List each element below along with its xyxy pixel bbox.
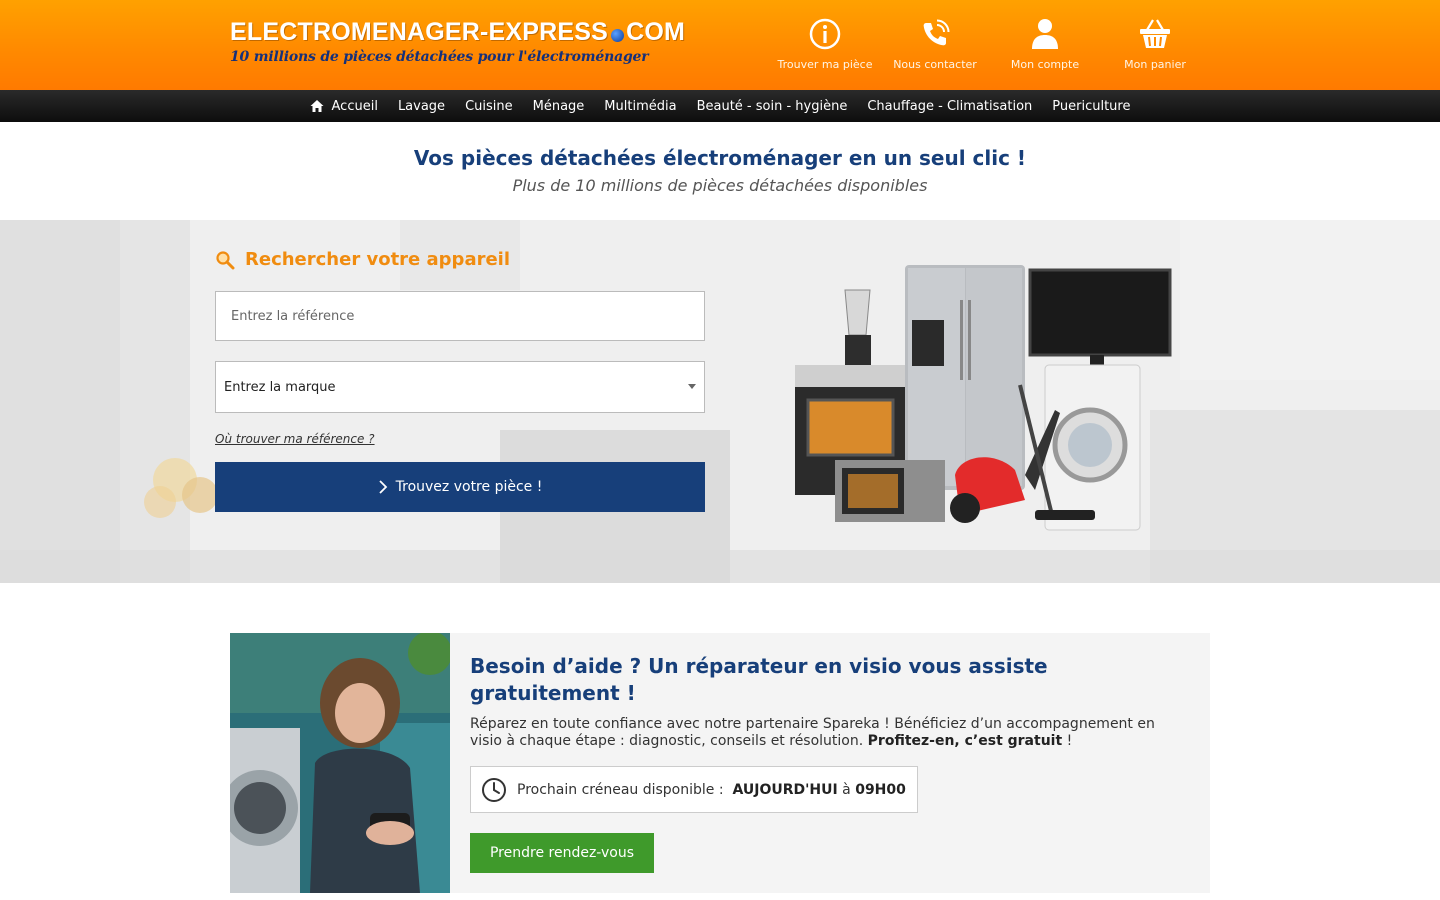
nav-label: Cuisine: [465, 98, 513, 114]
site-header: ELECTROMENAGER-EXPRESS COM 10 millions d…: [0, 0, 1440, 90]
search-section: Rechercher votre appareil Entrez la marq…: [0, 220, 1440, 583]
nav-item-menage[interactable]: Ménage: [523, 90, 595, 122]
reference-input[interactable]: [215, 291, 705, 341]
nav-item-multimedia[interactable]: Multimédia: [594, 90, 686, 122]
next-slot-label: Prochain créneau disponible :: [517, 781, 724, 798]
contact-label: Nous contacter: [893, 58, 977, 71]
home-icon: [310, 100, 324, 112]
contact-link[interactable]: Nous contacter: [880, 16, 990, 71]
nav-label: Chauffage - Climatisation: [867, 98, 1033, 114]
appliances-image: [795, 265, 1172, 531]
magnifier-icon: [216, 250, 235, 269]
logo-dot-icon: [611, 28, 625, 42]
account-label: Mon compte: [1010, 58, 1080, 71]
next-slot-time: 09H00: [855, 781, 906, 798]
page-subheadline: Plus de 10 millions de pièces détachées …: [512, 176, 928, 195]
nav-label-home: Accueil: [331, 98, 378, 114]
logo-text-right: COM: [626, 18, 685, 46]
brand-select[interactable]: Entrez la marque: [215, 361, 705, 413]
find-part-link[interactable]: Trouver ma pièce: [770, 16, 880, 71]
nav-label: Beauté - soin - hygiène: [696, 98, 848, 114]
phone-icon: [923, 19, 950, 46]
account-link[interactable]: Mon compte: [990, 16, 1100, 71]
nav-item-lavage[interactable]: Lavage: [388, 90, 455, 122]
brand-select-value: Entrez la marque: [224, 379, 336, 395]
nav-label: Puericulture: [1052, 98, 1131, 114]
assistance-title: Besoin d’aide ? Un réparateur en visio v…: [470, 654, 1048, 705]
logo-wordmark: ELECTROMENAGER-EXPRESS COM: [230, 18, 685, 46]
next-slot-box: Prochain créneau disponible : AUJOURD'HU…: [470, 766, 918, 813]
find-part-button[interactable]: Trouvez votre pièce !: [215, 462, 705, 512]
chevron-right-icon: [379, 480, 387, 494]
assistance-text-end: !: [1062, 733, 1073, 749]
header-actions: Trouver ma pièce Nous contacter Mon comp…: [770, 16, 1210, 71]
find-part-label: Trouver ma pièce: [777, 58, 873, 71]
find-reference-help-link[interactable]: Où trouver ma référence ?: [215, 432, 375, 446]
basket-icon: [1140, 19, 1170, 48]
nav-label: Lavage: [397, 98, 446, 114]
clock-icon: [482, 777, 506, 802]
cart-label: Mon panier: [1124, 58, 1186, 71]
logo-tagline: 10 millions de pièces détachées pour l'é…: [230, 49, 649, 65]
woman-repair-photo: [230, 633, 450, 893]
page-headline: Vos pièces détachées électroménager en u…: [413, 146, 1027, 170]
assistance-description: Réparez en toute confiance avec notre pa…: [470, 716, 1180, 750]
nav-label: Multimédia: [604, 98, 677, 114]
nav-item-cuisine[interactable]: Cuisine: [455, 90, 523, 122]
assistance-text-bold: Profitez-en, c’est gratuit: [867, 733, 1063, 749]
cart-link[interactable]: Mon panier: [1100, 16, 1210, 71]
nav-item-beaute[interactable]: Beauté - soin - hygiène: [687, 90, 858, 122]
main-navigation: Accueil Lavage Cuisine Ménage Multimédia…: [0, 90, 1440, 122]
site-logo[interactable]: ELECTROMENAGER-EXPRESS COM 10 millions d…: [230, 18, 685, 65]
search-title: Rechercher votre appareil: [215, 249, 510, 270]
nav-item-home[interactable]: Accueil: [300, 90, 388, 122]
nav-item-chauffage[interactable]: Chauffage - Climatisation: [857, 90, 1042, 122]
nav-item-puericulture[interactable]: Puericulture: [1042, 90, 1140, 122]
info-icon: [809, 18, 841, 50]
video-assistance-card: Besoin d’aide ? Un réparateur en visio v…: [230, 633, 1210, 893]
user-icon: [1032, 19, 1058, 49]
search-title-text: Rechercher votre appareil: [245, 249, 511, 270]
caret-down-icon: [688, 384, 696, 389]
logo-text-left: ELECTROMENAGER-EXPRESS: [230, 18, 609, 46]
next-slot-at: à: [842, 781, 851, 798]
find-part-button-label: Trouvez votre pièce !: [395, 479, 543, 495]
next-slot-day: AUJOURD'HUI: [732, 781, 838, 798]
book-appointment-button[interactable]: Prendre rendez-vous: [470, 833, 654, 873]
nav-label: Ménage: [532, 98, 585, 114]
